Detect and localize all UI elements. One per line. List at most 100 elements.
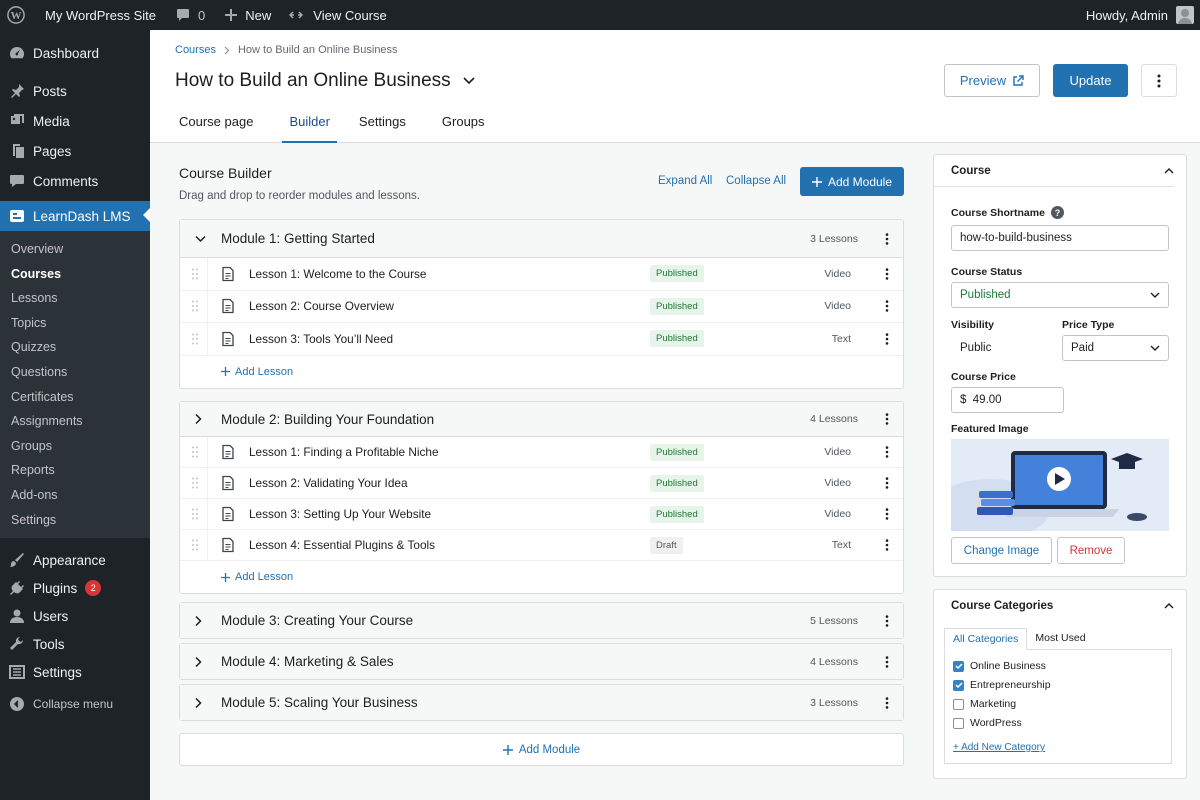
submenu-questions[interactable]: Questions xyxy=(0,360,150,385)
kebab-icon[interactable] xyxy=(885,300,889,312)
menu-tools[interactable]: Tools xyxy=(0,630,150,658)
menu-settings[interactable]: Settings xyxy=(0,658,150,686)
module-header[interactable]: Module 5: Scaling Your Business 3 Lesson… xyxy=(180,685,903,720)
menu-media[interactable]: Media xyxy=(0,107,150,135)
kebab-icon[interactable] xyxy=(885,614,889,627)
avatar[interactable] xyxy=(1176,6,1194,24)
menu-learndash[interactable]: LearnDash LMS xyxy=(0,201,151,231)
submenu-topics[interactable]: Topics xyxy=(0,311,150,336)
category-item[interactable]: WordPress xyxy=(953,717,1022,729)
checkbox-checked-icon[interactable] xyxy=(953,679,964,691)
chevron-right-icon[interactable] xyxy=(195,615,202,626)
comments-link[interactable]: 0 xyxy=(170,0,219,30)
tab-settings[interactable]: Settings xyxy=(359,110,406,143)
chevron-up-icon[interactable] xyxy=(1164,603,1174,609)
kebab-icon[interactable] xyxy=(885,508,889,520)
submenu-quizzes[interactable]: Quizzes xyxy=(0,335,150,360)
chevron-down-icon[interactable] xyxy=(195,235,206,242)
submenu-settings[interactable]: Settings xyxy=(0,508,150,533)
lesson-row[interactable]: Lesson 4: Essential Plugins & Tools Draf… xyxy=(180,530,903,561)
categories-panel-header[interactable]: Course Categories xyxy=(934,590,1174,622)
collapse-menu-button[interactable]: Collapse menu xyxy=(0,690,150,718)
page-title[interactable]: How to Build an Online Business xyxy=(175,70,475,92)
category-item[interactable]: Online Business xyxy=(953,660,1046,672)
checkbox-icon[interactable] xyxy=(953,698,964,710)
add-lesson-link[interactable]: Add Lesson xyxy=(180,561,903,593)
chevron-up-icon[interactable] xyxy=(1164,167,1174,174)
shortname-input[interactable]: how-to-build-business xyxy=(951,225,1169,251)
kebab-icon[interactable] xyxy=(885,446,889,458)
new-content-link[interactable]: New xyxy=(219,0,283,30)
kebab-icon[interactable] xyxy=(885,413,889,425)
submenu-courses[interactable]: Courses xyxy=(0,262,150,287)
menu-users[interactable]: Users xyxy=(0,602,150,630)
submenu-certificates[interactable]: Certificates xyxy=(0,385,150,410)
menu-posts[interactable]: Posts xyxy=(0,77,150,105)
howdy-text[interactable]: Howdy, Admin xyxy=(1086,8,1168,23)
breadcrumb-courses-link[interactable]: Courses xyxy=(175,44,216,56)
help-icon[interactable]: ? xyxy=(1050,206,1064,219)
tab-course-page[interactable]: Course page xyxy=(179,110,253,143)
price-type-select[interactable]: Paid xyxy=(1062,335,1169,361)
drag-handle-icon[interactable] xyxy=(192,333,198,345)
drag-handle-icon[interactable] xyxy=(192,508,198,520)
menu-plugins[interactable]: Plugins 2 xyxy=(0,574,150,602)
menu-pages[interactable]: Pages xyxy=(0,137,150,165)
menu-appearance[interactable]: Appearance xyxy=(0,546,150,574)
lesson-row[interactable]: Lesson 3: Tools You’ll Need Published Te… xyxy=(180,323,903,356)
category-item[interactable]: Marketing xyxy=(953,698,1016,710)
view-course-link[interactable]: View Course xyxy=(283,0,392,30)
kebab-icon[interactable] xyxy=(885,268,889,280)
chevron-right-icon[interactable] xyxy=(195,656,202,667)
change-image-button[interactable]: Change Image xyxy=(951,537,1052,564)
checkbox-checked-icon[interactable] xyxy=(953,660,964,672)
submenu-groups[interactable]: Groups xyxy=(0,434,150,459)
checkbox-icon[interactable] xyxy=(953,717,964,729)
course-status-select[interactable]: Published xyxy=(951,282,1169,308)
lesson-row[interactable]: Lesson 3: Setting Up Your Website Publis… xyxy=(180,499,903,530)
drag-handle-icon[interactable] xyxy=(192,268,198,280)
submenu-add-ons[interactable]: Add-ons xyxy=(0,483,150,508)
drag-handle-icon[interactable] xyxy=(192,539,198,551)
site-name-link[interactable]: My WordPress Site xyxy=(39,0,170,30)
course-panel-header[interactable]: Course xyxy=(934,155,1174,187)
chevron-right-icon[interactable] xyxy=(195,697,202,708)
module-header[interactable]: Module 1: Getting Started 3 Lessons xyxy=(180,220,903,258)
drag-handle-icon[interactable] xyxy=(192,300,198,312)
kebab-icon[interactable] xyxy=(885,477,889,489)
submenu-reports[interactable]: Reports xyxy=(0,458,150,483)
add-lesson-link[interactable]: Add Lesson xyxy=(180,356,903,388)
submenu-overview[interactable]: Overview xyxy=(0,237,150,262)
category-item[interactable]: Entrepreneurship xyxy=(953,679,1051,691)
menu-dashboard[interactable]: Dashboard xyxy=(0,39,150,67)
chevron-right-icon[interactable] xyxy=(195,413,202,425)
kebab-icon[interactable] xyxy=(885,232,889,245)
kebab-icon[interactable] xyxy=(885,333,889,345)
submenu-assignments[interactable]: Assignments xyxy=(0,409,150,434)
module-header[interactable]: Module 3: Creating Your Course 5 Lessons xyxy=(180,603,903,638)
chevron-down-icon[interactable] xyxy=(463,77,475,85)
expand-all-link[interactable]: Expand All xyxy=(658,175,712,187)
submenu-lessons[interactable]: Lessons xyxy=(0,286,150,311)
more-options-button[interactable] xyxy=(1141,64,1177,97)
kebab-icon[interactable] xyxy=(885,696,889,709)
tab-all-categories[interactable]: All Categories xyxy=(944,628,1028,650)
module-header[interactable]: Module 4: Marketing & Sales 4 Lessons xyxy=(180,644,903,679)
collapse-all-link[interactable]: Collapse All xyxy=(726,175,786,187)
kebab-icon[interactable] xyxy=(885,655,889,668)
menu-comments[interactable]: Comments xyxy=(0,167,150,195)
add-new-category-link[interactable]: + Add New Category xyxy=(953,742,1045,753)
course-price-input[interactable]: $ 49.00 xyxy=(951,387,1064,413)
preview-button[interactable]: Preview xyxy=(944,64,1040,97)
featured-image-thumbnail[interactable] xyxy=(951,439,1169,531)
kebab-icon[interactable] xyxy=(885,539,889,551)
lesson-row[interactable]: Lesson 2: Validating Your Idea Published… xyxy=(180,468,903,499)
lesson-row[interactable]: Lesson 1: Finding a Profitable Niche Pub… xyxy=(180,437,903,468)
drag-handle-icon[interactable] xyxy=(192,446,198,458)
add-module-button[interactable]: Add Module xyxy=(800,167,904,196)
tab-most-used[interactable]: Most Used xyxy=(1027,628,1093,650)
wordpress-logo-icon[interactable]: W xyxy=(0,0,39,30)
tab-groups[interactable]: Groups xyxy=(442,110,485,143)
module-header[interactable]: Module 2: Building Your Foundation 4 Les… xyxy=(180,402,903,437)
update-button[interactable]: Update xyxy=(1053,64,1128,97)
